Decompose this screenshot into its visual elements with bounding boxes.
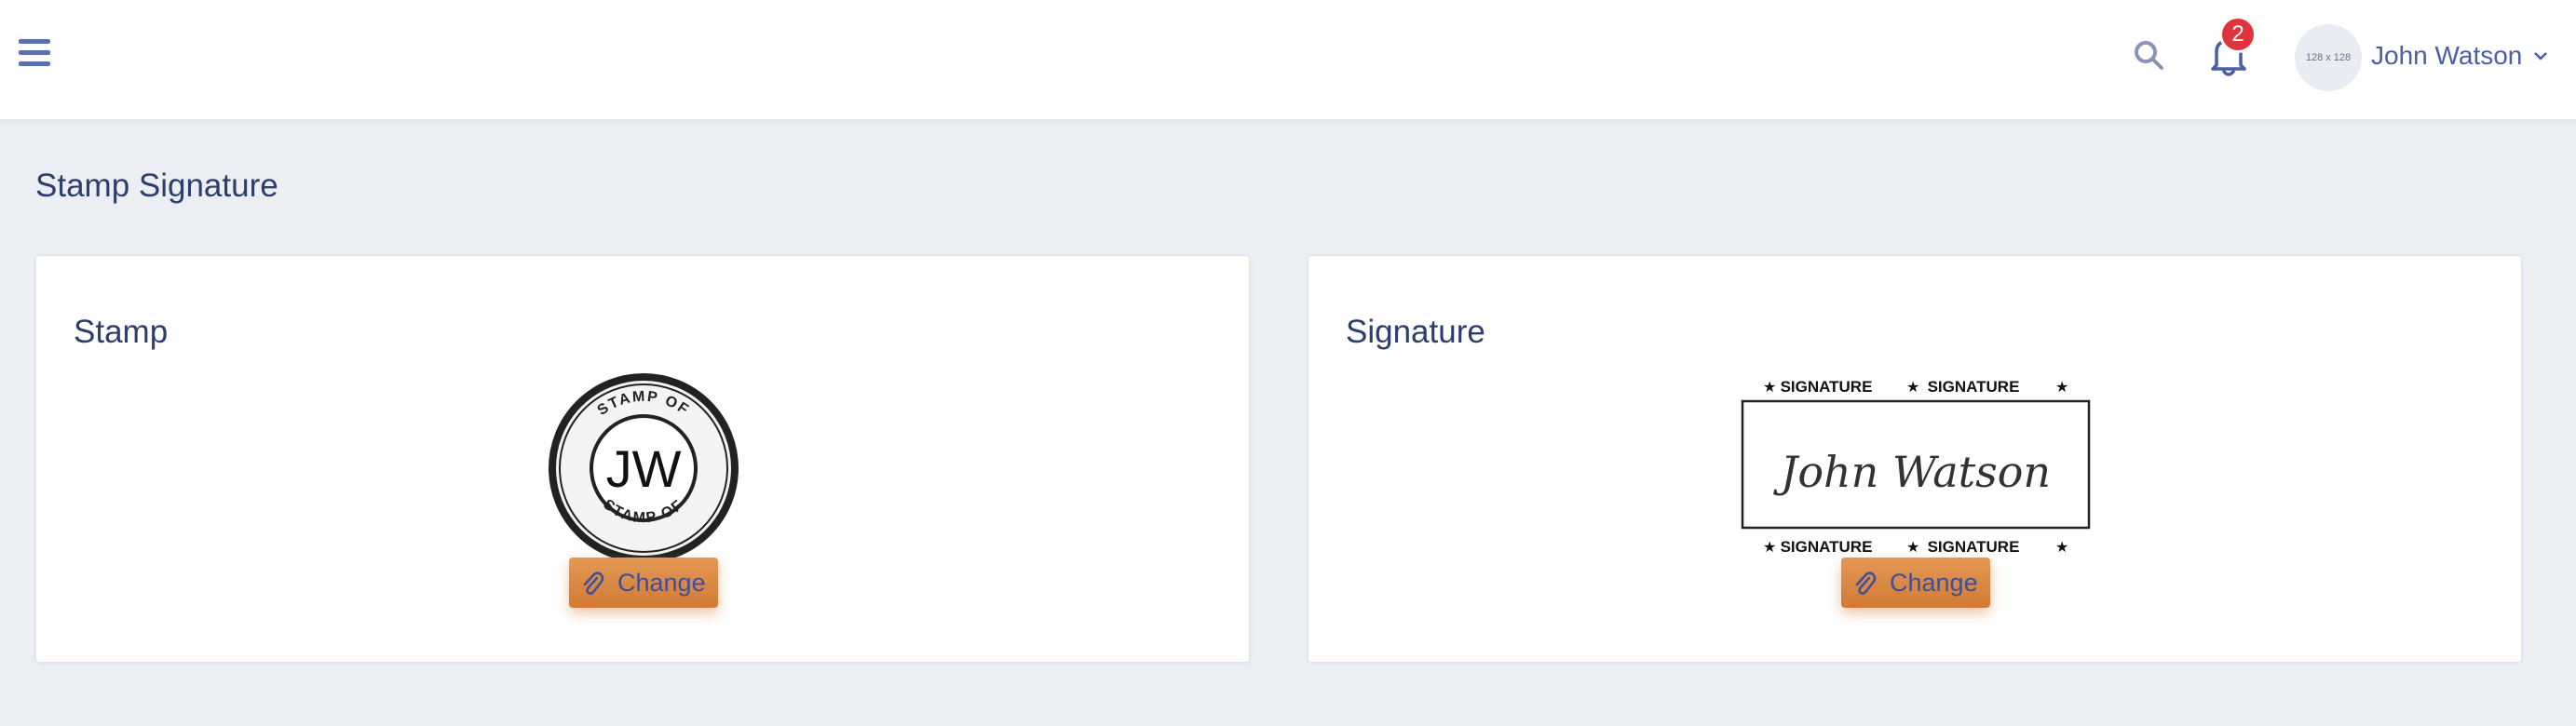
star-icon: ★ (2055, 538, 2068, 556)
menu-icon[interactable] (19, 39, 50, 69)
avatar[interactable]: 128 x 128 (2295, 24, 2362, 91)
paperclip-icon (583, 571, 604, 595)
change-stamp-button[interactable]: Change (569, 558, 718, 608)
signature-card: Signature ★ SIGNATURE ★ SIGNATURE ★ John… (1308, 255, 2522, 663)
change-stamp-label: Change (617, 568, 706, 597)
stamp-card-title: Stamp (74, 314, 169, 350)
change-signature-label: Change (1890, 568, 1978, 597)
signature-banner-text: SIGNATURE (1928, 538, 2020, 556)
chevron-down-icon[interactable] (2533, 50, 2548, 61)
page-title: Stamp Signature (35, 168, 278, 204)
user-name[interactable]: John Watson (2371, 41, 2522, 71)
notification-badge: 2 (2222, 19, 2254, 50)
star-icon: ★ (2055, 378, 2068, 396)
star-icon: ★ (1906, 538, 1919, 556)
search-icon[interactable] (2133, 39, 2164, 71)
paperclip-icon (1855, 571, 1877, 595)
signature-banner-text: SIGNATURE (1781, 538, 1873, 556)
signature-banner-text: SIGNATURE (1781, 378, 1873, 396)
change-signature-button[interactable]: Change (1841, 558, 1990, 608)
star-icon: ★ (1763, 378, 1776, 396)
signature-text: John Watson (1773, 447, 2051, 497)
star-icon: ★ (1906, 378, 1919, 396)
stamp-card: Stamp STAMP OF STAMP OF JW Change (35, 255, 1250, 663)
signature-image: ★ SIGNATURE ★ SIGNATURE ★ John Watson ★ … (1741, 378, 2091, 556)
stamp-image: STAMP OF STAMP OF JW (549, 373, 739, 563)
stamp-initials: JW (606, 439, 682, 498)
star-icon: ★ (1763, 538, 1776, 556)
signature-banner-text: SIGNATURE (1928, 378, 2020, 396)
signature-card-title: Signature (1346, 314, 1485, 350)
top-navbar: 2 128 x 128 John Watson (0, 0, 2576, 119)
